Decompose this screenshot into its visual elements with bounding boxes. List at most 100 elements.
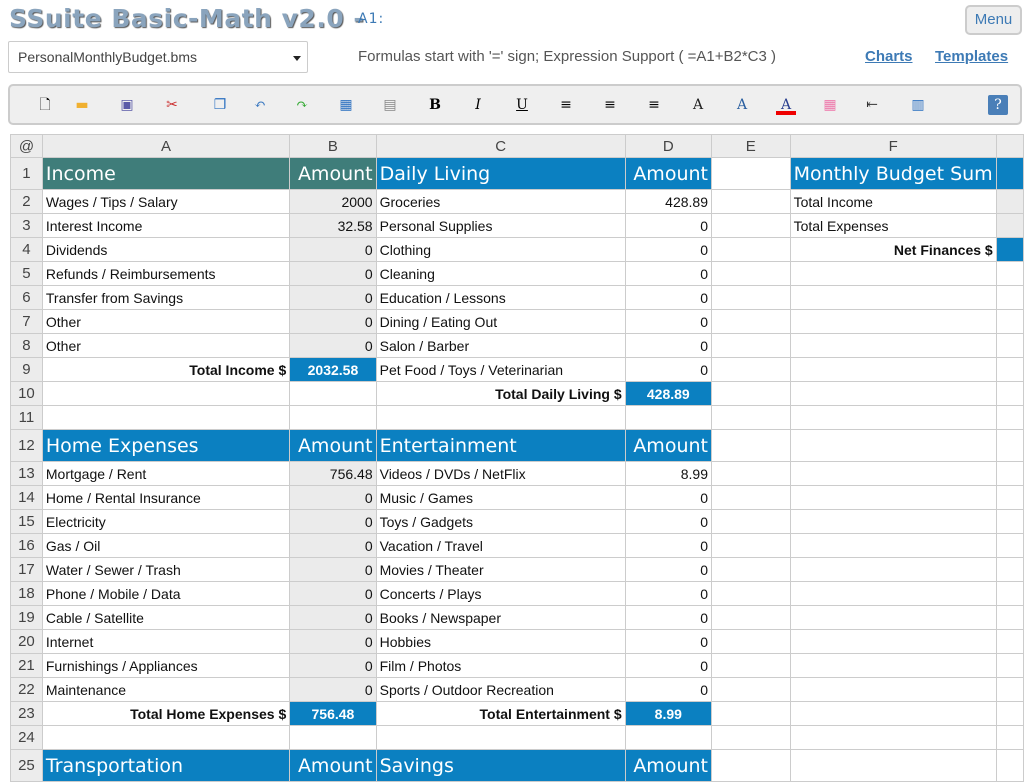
cell[interactable] <box>711 750 790 782</box>
cell[interactable] <box>711 462 790 486</box>
summary-cell[interactable] <box>790 334 996 358</box>
cell[interactable] <box>711 262 790 286</box>
item-label[interactable]: Pet Food / Toys / Veterinarian <box>376 358 625 382</box>
row-header[interactable]: 2 <box>11 190 43 214</box>
cell[interactable] <box>42 406 289 430</box>
cell[interactable] <box>711 310 790 334</box>
cell[interactable] <box>376 406 625 430</box>
cell[interactable] <box>996 382 1023 406</box>
underline-icon[interactable]: U <box>512 95 532 115</box>
cell[interactable] <box>996 726 1023 750</box>
row-header[interactable]: 16 <box>11 534 43 558</box>
cell[interactable] <box>290 726 376 750</box>
row-header[interactable]: 9 <box>11 358 43 382</box>
item-amount[interactable]: 428.89 <box>625 190 711 214</box>
total-label[interactable]: Total Income $ <box>42 358 289 382</box>
total-value[interactable]: 2032.58 <box>290 358 376 382</box>
cell[interactable] <box>711 382 790 406</box>
summary-cell[interactable] <box>790 558 996 582</box>
item-amount[interactable]: 0 <box>290 262 376 286</box>
amount-header[interactable]: Amount <box>625 750 711 782</box>
cell[interactable] <box>711 606 790 630</box>
column-header[interactable]: B <box>290 135 376 158</box>
row-header[interactable]: 23 <box>11 702 43 726</box>
summary-cell[interactable] <box>790 534 996 558</box>
bold-icon[interactable]: B <box>425 95 445 115</box>
row-header[interactable]: 18 <box>11 582 43 606</box>
cell[interactable] <box>996 630 1023 654</box>
row-header[interactable]: 21 <box>11 654 43 678</box>
amount-header[interactable]: Amount <box>290 430 376 462</box>
summary-cell[interactable] <box>790 630 996 654</box>
item-amount[interactable]: 0 <box>625 358 711 382</box>
cell[interactable] <box>996 750 1023 782</box>
item-label[interactable]: Cable / Satellite <box>42 606 289 630</box>
save-icon[interactable]: ▣ <box>117 95 137 115</box>
cell[interactable] <box>42 726 289 750</box>
item-amount[interactable]: 0 <box>625 558 711 582</box>
item-amount[interactable]: 0 <box>625 630 711 654</box>
item-label[interactable]: Sports / Outdoor Recreation <box>376 678 625 702</box>
summary-cell[interactable] <box>790 310 996 334</box>
item-amount[interactable]: 0 <box>625 510 711 534</box>
summary-cell[interactable]: Monthly Budget Sum <box>790 158 996 190</box>
summary-cell[interactable]: Total Income <box>790 190 996 214</box>
cell[interactable] <box>996 406 1023 430</box>
summary-cell[interactable] <box>790 406 996 430</box>
item-amount[interactable]: 0 <box>290 486 376 510</box>
cell[interactable] <box>711 654 790 678</box>
item-amount[interactable]: 0 <box>625 654 711 678</box>
item-amount[interactable]: 0 <box>625 310 711 334</box>
row-header[interactable]: 7 <box>11 310 43 334</box>
amount-header[interactable]: Amount <box>290 750 376 782</box>
total-label[interactable]: Total Daily Living $ <box>376 382 625 406</box>
item-label[interactable]: Gas / Oil <box>42 534 289 558</box>
item-label[interactable]: Videos / DVDs / NetFlix <box>376 462 625 486</box>
cell[interactable] <box>996 654 1023 678</box>
row-header[interactable]: 6 <box>11 286 43 310</box>
item-amount[interactable]: 0 <box>290 238 376 262</box>
cell[interactable] <box>996 238 1023 262</box>
cell[interactable] <box>625 726 711 750</box>
row-header[interactable]: 19 <box>11 606 43 630</box>
row-header[interactable]: 5 <box>11 262 43 286</box>
row-header[interactable]: 15 <box>11 510 43 534</box>
cell[interactable] <box>711 702 790 726</box>
item-label[interactable]: Refunds / Reimbursements <box>42 262 289 286</box>
item-label[interactable]: Vacation / Travel <box>376 534 625 558</box>
item-label[interactable]: Toys / Gadgets <box>376 510 625 534</box>
cell[interactable] <box>996 214 1023 238</box>
row-header[interactable]: 8 <box>11 334 43 358</box>
column-header[interactable]: A <box>42 135 289 158</box>
sort-icon[interactable]: ▦ <box>336 95 356 115</box>
item-label[interactable]: Internet <box>42 630 289 654</box>
row-header[interactable]: 11 <box>11 406 43 430</box>
cell[interactable] <box>711 582 790 606</box>
item-amount[interactable]: 0 <box>625 606 711 630</box>
cell[interactable] <box>42 382 289 406</box>
item-label[interactable]: Cleaning <box>376 262 625 286</box>
cell[interactable] <box>996 558 1023 582</box>
summary-cell[interactable]: Total Expenses <box>790 214 996 238</box>
item-label[interactable]: Furnishings / Appliances <box>42 654 289 678</box>
cell[interactable] <box>625 406 711 430</box>
cell[interactable] <box>711 534 790 558</box>
item-amount[interactable]: 0 <box>625 334 711 358</box>
cell[interactable] <box>376 726 625 750</box>
summary-cell[interactable] <box>790 358 996 382</box>
item-label[interactable]: Film / Photos <box>376 654 625 678</box>
row-header[interactable]: 12 <box>11 430 43 462</box>
row-header[interactable]: 25 <box>11 750 43 782</box>
item-amount[interactable]: 0 <box>625 486 711 510</box>
item-amount[interactable]: 0 <box>625 262 711 286</box>
total-value[interactable]: 8.99 <box>625 702 711 726</box>
item-amount[interactable]: 0 <box>290 678 376 702</box>
column-header[interactable]: E <box>711 135 790 158</box>
cell[interactable] <box>996 262 1023 286</box>
item-amount[interactable]: 32.58 <box>290 214 376 238</box>
summary-cell[interactable] <box>790 510 996 534</box>
cell[interactable] <box>996 358 1023 382</box>
cell[interactable] <box>996 702 1023 726</box>
item-amount[interactable]: 0 <box>625 534 711 558</box>
file-select[interactable]: PersonalMonthlyBudget.bms <box>8 41 308 73</box>
